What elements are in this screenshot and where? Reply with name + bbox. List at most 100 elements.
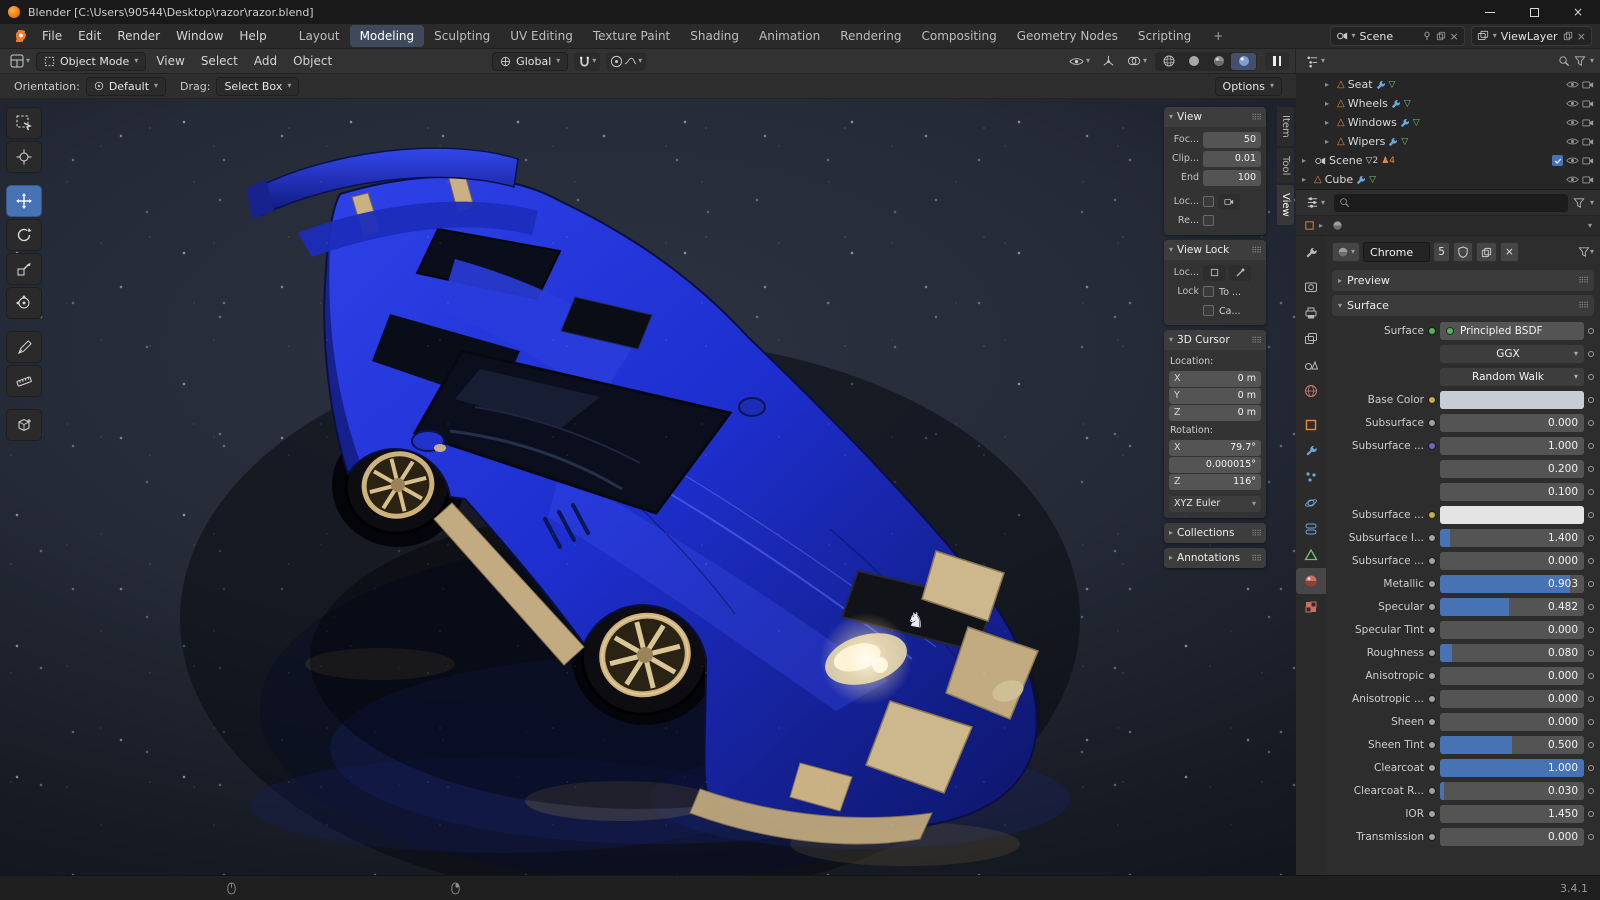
- keyframe-dot[interactable]: [1588, 373, 1594, 380]
- property-widget[interactable]: 0.000 ▾: [1440, 413, 1584, 432]
- rotation-mode-dropdown[interactable]: XYZ Euler ▾: [1169, 495, 1261, 512]
- filter-funnel-icon[interactable]: [1574, 55, 1586, 67]
- expand-arrow-icon[interactable]: ▸: [1302, 156, 1311, 165]
- keyframe-dot[interactable]: [1588, 741, 1594, 748]
- material-users-button[interactable]: 5: [1433, 242, 1450, 262]
- keyframe-dot[interactable]: [1588, 672, 1594, 679]
- keyframe-dot[interactable]: [1588, 465, 1594, 472]
- unlink-material-button[interactable]: ×: [1499, 242, 1519, 262]
- blender-logo-icon[interactable]: [10, 30, 28, 42]
- view-lock-panel-header[interactable]: ▾ View Lock ⠿⠿: [1164, 240, 1266, 260]
- outliner-object-row[interactable]: ▸ △ Wheels ▽: [1298, 94, 1598, 113]
- keyframe-dot[interactable]: [1588, 580, 1594, 587]
- keyframe-dot[interactable]: [1588, 442, 1594, 449]
- copy-icon[interactable]: [1563, 31, 1573, 41]
- scene-selector[interactable]: ▾ Scene ×: [1329, 26, 1465, 46]
- viewport-menu[interactable]: Select: [193, 51, 246, 71]
- tab-view-layer[interactable]: [1296, 326, 1326, 352]
- lock-object-field[interactable]: [1203, 264, 1225, 281]
- outliner-object-row[interactable]: ▸ △ Seat ▽: [1298, 75, 1598, 94]
- annotate-tool[interactable]: [6, 331, 42, 363]
- n-panel-tab[interactable]: Tool: [1277, 147, 1294, 184]
- keyframe-dot[interactable]: [1588, 695, 1594, 702]
- copy-icon[interactable]: [1436, 31, 1446, 41]
- view-panel-header[interactable]: ▾ View ⠿⠿: [1164, 107, 1266, 127]
- panel-grip-icon[interactable]: ⠿⠿: [1578, 301, 1589, 310]
- keyframe-dot[interactable]: [1588, 557, 1594, 564]
- filter-funnel-icon[interactable]: [1573, 197, 1585, 209]
- panel-grip-icon[interactable]: ⠿⠿: [1251, 246, 1262, 255]
- viewport-menu[interactable]: Add: [246, 51, 285, 71]
- property-widget[interactable]: 0.000 ▾: [1440, 712, 1584, 731]
- panel-grip-icon[interactable]: ⠿⠿: [1251, 336, 1262, 345]
- n-panel-tab[interactable]: View: [1277, 185, 1294, 225]
- viewport-canvas[interactable]: ♞ ▾ View ⠿⠿ Foc... 50 Clip... 0.01 End 1…: [0, 99, 1296, 875]
- keyframe-dot[interactable]: [1588, 534, 1594, 541]
- disable-render-camera-icon[interactable]: [1582, 156, 1594, 165]
- outliner-object-row[interactable]: ▸ △ Windows ▽: [1298, 113, 1598, 132]
- keyframe-dot[interactable]: [1588, 833, 1594, 840]
- expand-arrow-icon[interactable]: ▸: [1325, 137, 1334, 146]
- keyframe-dot[interactable]: [1588, 649, 1594, 656]
- new-material-button[interactable]: [1475, 242, 1497, 262]
- property-widget[interactable]: 0.000 ▾: [1440, 827, 1584, 846]
- expand-arrow-icon[interactable]: ▸: [1302, 175, 1311, 184]
- collection-checkbox[interactable]: [1552, 155, 1563, 166]
- add-cube-tool[interactable]: [6, 409, 42, 441]
- mesh-data-icon[interactable]: ▽: [1369, 175, 1376, 185]
- menubar-menu[interactable]: Edit: [70, 26, 109, 46]
- preview-section-header[interactable]: ▸ Preview ⠿⠿: [1332, 270, 1594, 291]
- hide-eye-icon[interactable]: [1566, 137, 1579, 146]
- hide-eye-icon[interactable]: [1566, 80, 1579, 89]
- tab-material[interactable]: [1296, 568, 1326, 594]
- tab-texture[interactable]: [1296, 594, 1326, 620]
- property-widget[interactable]: 0.500 ▾: [1440, 735, 1584, 754]
- property-widget[interactable]: 0.000 ▾: [1440, 620, 1584, 639]
- workspace-tab[interactable]: Sculpting: [424, 25, 500, 47]
- property-widget[interactable]: ▾: [1440, 390, 1584, 409]
- workspace-tab[interactable]: Compositing: [911, 25, 1006, 47]
- property-widget[interactable]: 0.100 ▾: [1440, 482, 1584, 501]
- material-link-funnel-icon[interactable]: ▾: [1578, 246, 1594, 258]
- keyframe-dot[interactable]: [1588, 810, 1594, 817]
- modifier-wrench-icon[interactable]: [1376, 80, 1386, 90]
- expand-arrow-icon[interactable]: ▸: [1325, 99, 1334, 108]
- tab-physics[interactable]: [1296, 490, 1326, 516]
- lock-to-3d-cursor-checkbox[interactable]: [1203, 286, 1214, 297]
- overlays-dropdown[interactable]: ▾: [1123, 53, 1151, 69]
- hide-eye-icon[interactable]: [1566, 156, 1579, 165]
- clip-start-field[interactable]: 0.01: [1203, 150, 1261, 167]
- proportional-edit-controls[interactable]: ▾: [606, 51, 647, 71]
- property-widget[interactable]: 1.000 ▾: [1440, 758, 1584, 777]
- maximize-button[interactable]: [1512, 0, 1556, 24]
- hide-eye-icon[interactable]: [1566, 175, 1579, 184]
- fake-user-shield-button[interactable]: [1452, 242, 1473, 262]
- modifier-wrench-icon[interactable]: [1400, 118, 1410, 128]
- browse-material-button[interactable]: ▾: [1332, 242, 1361, 262]
- cursor-rotation-field[interactable]: Z 116°: [1169, 473, 1261, 490]
- tab-object[interactable]: [1296, 412, 1326, 438]
- workspace-tab[interactable]: Scripting: [1128, 25, 1201, 47]
- expand-arrow-icon[interactable]: ▸: [1325, 80, 1334, 89]
- cursor-location-field[interactable]: Y 0 m: [1169, 387, 1261, 404]
- property-widget[interactable]: 1.000 ▾: [1440, 436, 1584, 455]
- property-widget[interactable]: Random Walk ▾: [1440, 367, 1584, 386]
- mode-dropdown[interactable]: Object Mode ▾: [36, 51, 147, 71]
- tab-object-data[interactable]: [1296, 542, 1326, 568]
- expand-arrow-icon[interactable]: ▸: [1325, 118, 1334, 127]
- scale-tool[interactable]: [6, 253, 42, 285]
- panel-grip-icon[interactable]: ⠿⠿: [1578, 276, 1589, 285]
- add-workspace-button[interactable]: +: [1207, 27, 1229, 45]
- mesh-data-icon[interactable]: ▽: [1404, 99, 1411, 109]
- workspace-tab[interactable]: Rendering: [830, 25, 911, 47]
- properties-editor-type-button[interactable]: ▾: [1302, 194, 1329, 211]
- cursor-location-field[interactable]: X 0 m: [1169, 370, 1261, 387]
- tab-scene[interactable]: [1296, 352, 1326, 378]
- clip-end-field[interactable]: 100: [1203, 169, 1261, 186]
- property-widget[interactable]: 1.400 ▾: [1440, 528, 1584, 547]
- hide-eye-icon[interactable]: [1566, 118, 1579, 127]
- pause-button[interactable]: [1265, 52, 1289, 70]
- hide-eye-icon[interactable]: [1566, 99, 1579, 108]
- transform-tool[interactable]: [6, 287, 42, 319]
- keyframe-dot[interactable]: [1588, 626, 1594, 633]
